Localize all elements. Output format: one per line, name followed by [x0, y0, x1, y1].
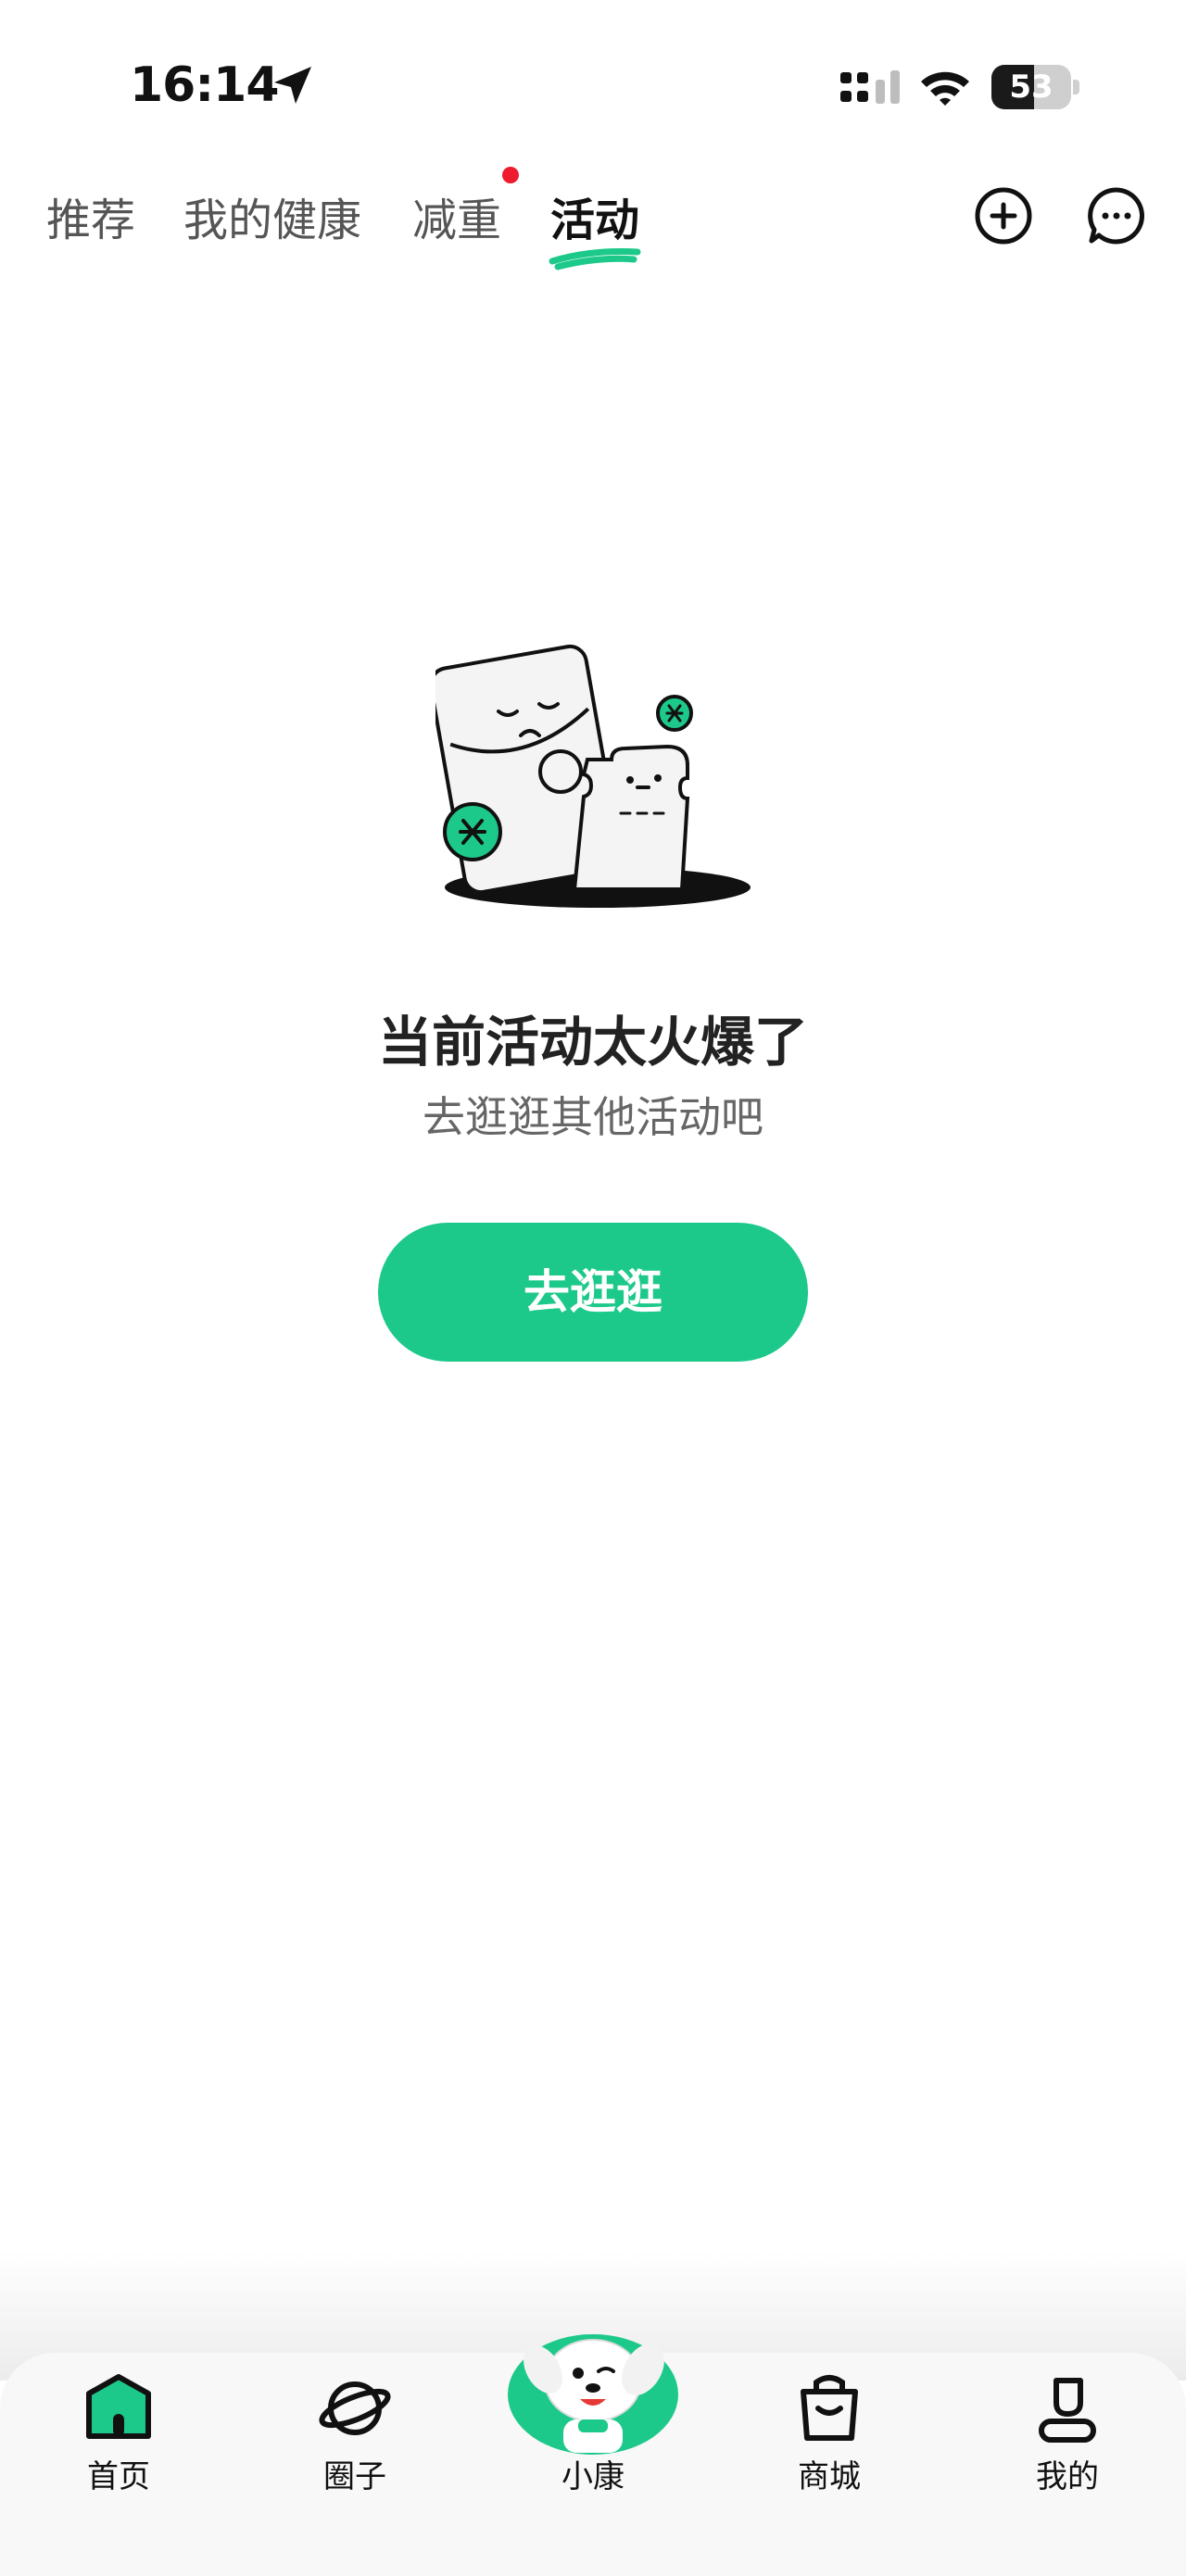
- status-bar: 16:14 53: [0, 0, 1186, 157]
- bottom-tab-circle[interactable]: 圈子: [271, 2371, 438, 2495]
- bottom-tab-label: 小康: [561, 2458, 625, 2495]
- bottom-tab-label: 我的: [1036, 2458, 1099, 2495]
- empty-state-subtitle: 去逛逛其他活动吧: [423, 1092, 763, 1142]
- profile-icon: [1039, 2378, 1096, 2443]
- tab-weight-loss[interactable]: 减重: [412, 183, 501, 248]
- home-icon: [86, 2374, 151, 2439]
- bottom-tab-label: 首页: [87, 2458, 150, 2495]
- tab-recommend[interactable]: 推荐: [46, 183, 135, 248]
- bottom-tab-label: 圈子: [323, 2458, 386, 2495]
- location-arrow-icon: [274, 67, 311, 104]
- tab-my-health[interactable]: 我的健康: [183, 183, 361, 248]
- bottom-tab-mine[interactable]: 我的: [984, 2371, 1151, 2495]
- planet-icon: [319, 2381, 391, 2435]
- battery-level: 53: [1009, 69, 1054, 106]
- go-browse-button[interactable]: 去逛逛: [378, 1223, 808, 1362]
- top-tab-bar: 推荐 我的健康 减重 活动: [0, 157, 1186, 278]
- message-icon[interactable]: [1086, 185, 1147, 246]
- battery-icon: 53: [991, 65, 1080, 109]
- signal-icon: [840, 70, 900, 104]
- bottom-tab-home[interactable]: 首页: [35, 2371, 202, 2495]
- mascot-icon[interactable]: [504, 2316, 682, 2455]
- status-time: 16:14: [130, 57, 280, 113]
- notification-dot: [502, 167, 519, 183]
- bottom-tab-label: 商城: [798, 2458, 861, 2495]
- active-tab-indicator: [549, 248, 641, 270]
- empty-state-title: 当前活动太火爆了: [377, 1011, 808, 1074]
- shopping-bag-icon: [801, 2375, 858, 2441]
- sad-red-envelope-illustration: [435, 644, 751, 908]
- wifi-icon: [921, 71, 969, 106]
- tab-activity[interactable]: 活动: [550, 183, 639, 248]
- bottom-tab-mall[interactable]: 商城: [746, 2371, 913, 2495]
- plus-circle-icon[interactable]: [973, 185, 1034, 246]
